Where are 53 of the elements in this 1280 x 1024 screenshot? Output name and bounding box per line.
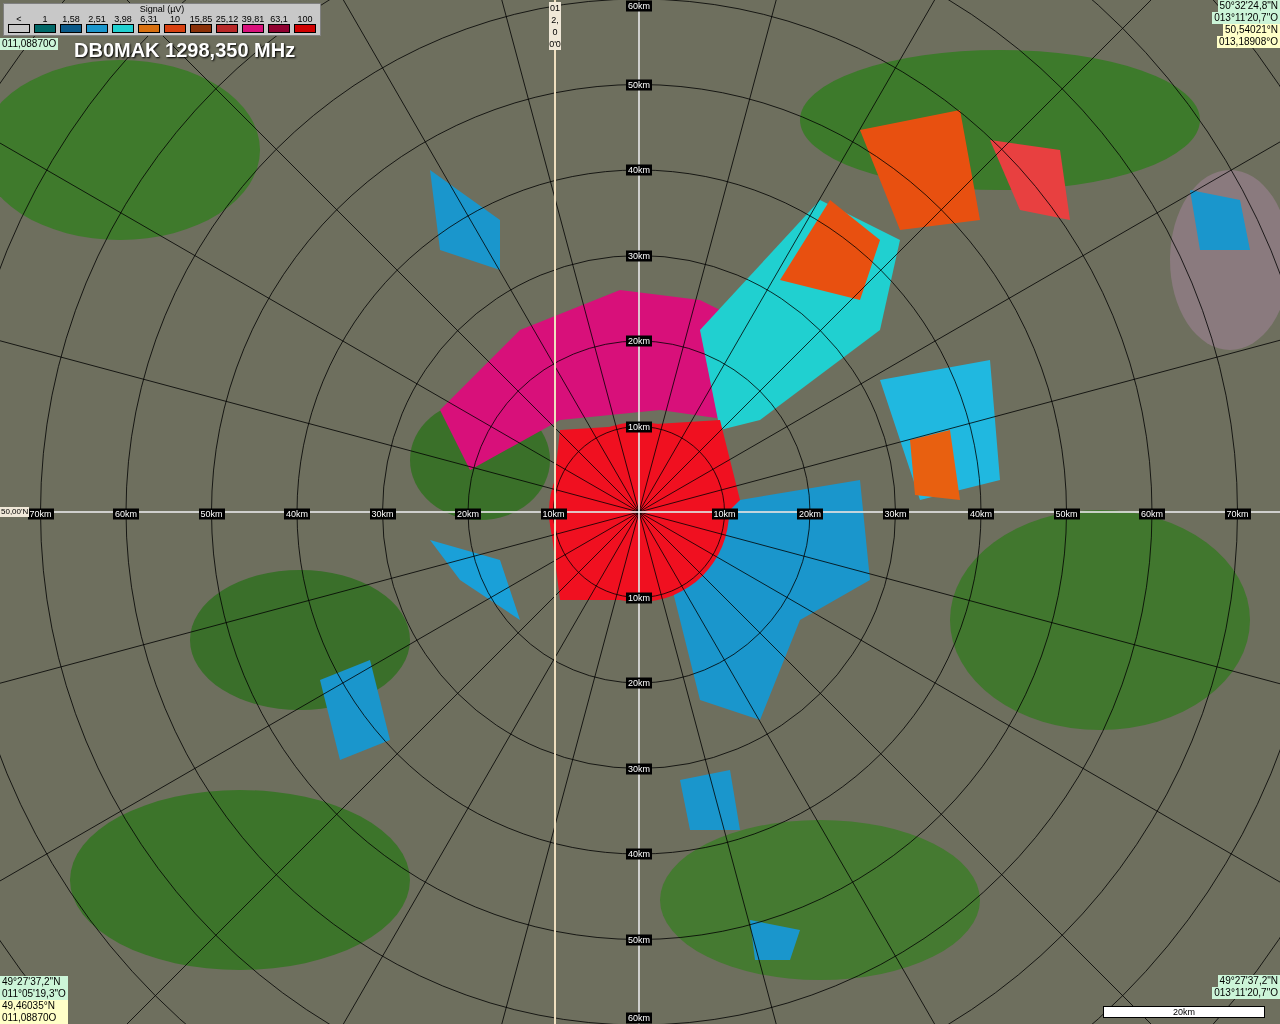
distance-label: 10km [540, 508, 567, 520]
distance-label: 20km [797, 508, 823, 520]
parallel-label: 50,00'N [0, 507, 30, 517]
coordinate-text: 49°27'37,2"N [0, 976, 68, 988]
legend-value: 1 [42, 14, 48, 24]
distance-label: 40km [626, 848, 652, 860]
legend-value: 100 [297, 14, 313, 24]
coordinate-text: 011,08870O [0, 1012, 68, 1024]
distance-label: 50km [1053, 508, 1080, 520]
distance-label: 30km [369, 508, 396, 520]
coordinate-text: 013°11'20,7"O [1212, 987, 1280, 999]
distance-label: 20km [626, 335, 652, 347]
coordinate-text: 50,54021°N [1223, 24, 1280, 36]
scale-bar: 20km [1103, 1006, 1265, 1018]
legend-value: 10 [170, 14, 180, 24]
coordinate-text: 013,18908°O [1216, 36, 1280, 48]
distance-label: 30km [626, 250, 652, 261]
distance-label: 70km [27, 508, 54, 520]
distance-label: 50km [626, 934, 652, 945]
distance-label: 10km [711, 508, 738, 520]
distance-label: 60km [626, 1012, 652, 1024]
legend-value: 39,81 [241, 14, 265, 24]
coordinate-text: 013°11'20,7"O [1212, 12, 1280, 24]
legend-value: 3,98 [114, 14, 132, 24]
distance-label: 30km [626, 763, 652, 774]
legend-value: 6,31 [140, 14, 158, 24]
distance-label: 70km [1224, 508, 1251, 520]
coordinate-text: 49°27'37,2"N [1217, 975, 1280, 987]
distance-label: 10km [626, 421, 652, 432]
legend-value: 63,1 [270, 14, 288, 24]
distance-label: 60km [626, 0, 652, 12]
coordinate-text: 011°05'19,3"O [0, 988, 68, 1000]
distance-label: 50km [198, 508, 225, 520]
coordinate-text: 011,08870O [0, 38, 59, 50]
distance-label: 20km [455, 508, 481, 520]
distance-label: 40km [284, 508, 310, 520]
legend-value: 15,85 [189, 14, 213, 24]
coordinate-text: 50°32'24,8"N [1217, 0, 1280, 12]
legend-value: 2,51 [88, 14, 106, 24]
distance-label: 20km [626, 677, 652, 689]
legend-value: < [16, 14, 22, 24]
distance-label: 60km [113, 508, 139, 520]
distance-label: 40km [626, 164, 652, 176]
distance-label: 60km [1139, 508, 1165, 520]
legend-title: Signal (µV) [139, 4, 185, 14]
distance-label: 30km [882, 508, 909, 520]
distance-label: 50km [626, 79, 652, 90]
legend-value: 25,12 [215, 14, 239, 24]
legend-value: 1,58 [62, 14, 80, 24]
coordinate-text: 49,46035°N [0, 1000, 68, 1012]
distance-label: 10km [626, 592, 652, 603]
distance-label: 40km [968, 508, 994, 520]
meridian-label: 012,00'0 [549, 2, 561, 50]
